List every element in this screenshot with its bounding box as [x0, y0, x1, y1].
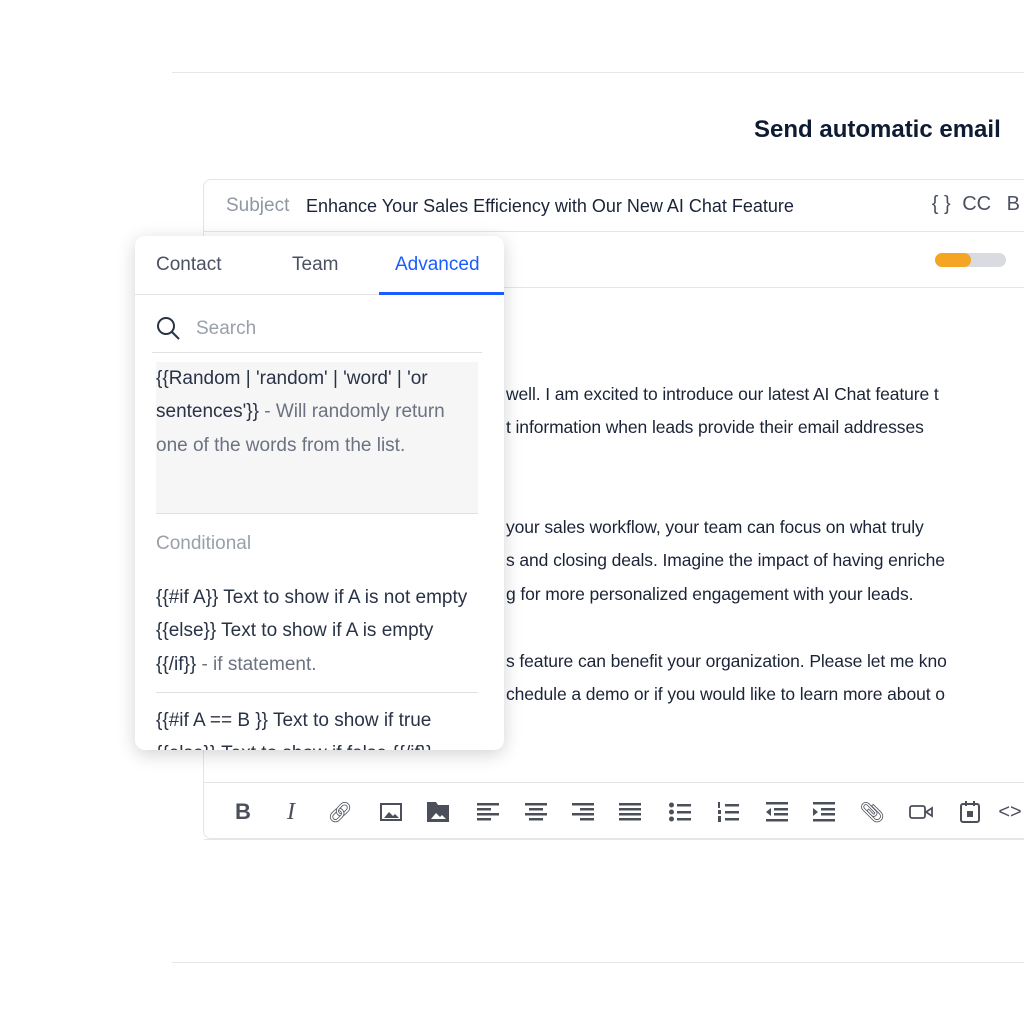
- variable-item[interactable]: {{#if A == B }} Text to show if true {{e…: [156, 704, 478, 750]
- toggle-fill: [935, 253, 971, 267]
- page-title: Send automatic email: [754, 116, 1001, 143]
- variables-button[interactable]: { }: [932, 193, 951, 215]
- tab-advanced[interactable]: Advanced: [395, 254, 480, 276]
- body-line[interactable]: t information when leads provide their e…: [506, 416, 1022, 438]
- image-icon[interactable]: [379, 800, 403, 824]
- search-divider: [152, 352, 482, 353]
- top-divider: [172, 72, 1024, 73]
- formatting-toolbar: B I 🔗︎ 📎︎ <>: [204, 782, 1024, 840]
- variable-description: - if statement.: [196, 653, 317, 675]
- body-line[interactable]: s feature can benefit your organization.…: [506, 650, 1022, 672]
- body-line[interactable]: chedule a demo or if you would like to l…: [506, 683, 1022, 705]
- cc-button[interactable]: CC: [962, 193, 991, 215]
- variable-item[interactable]: {{Random | 'random' | 'word' | 'or sente…: [156, 362, 478, 513]
- subject-input[interactable]: Enhance Your Sales Efficiency with Our N…: [306, 196, 794, 217]
- outdent-icon[interactable]: [765, 800, 789, 824]
- body-line[interactable]: s and closing deals. Imagine the impact …: [506, 549, 1022, 571]
- align-left-icon[interactable]: [476, 800, 500, 824]
- variable-item[interactable]: {{#if A}} Text to show if A is not empty…: [156, 581, 478, 681]
- search-icon: [157, 317, 180, 340]
- variable-code: {{#if A == B }} Text to show if true {{e…: [156, 710, 432, 750]
- divider: [156, 692, 478, 693]
- tab-team[interactable]: Team: [292, 254, 338, 276]
- indent-icon[interactable]: [812, 800, 836, 824]
- attachment-icon[interactable]: 📎︎: [859, 800, 884, 824]
- align-center-icon[interactable]: [524, 800, 548, 824]
- toggle-switch[interactable]: [935, 253, 1006, 267]
- italic-icon[interactable]: I: [279, 799, 303, 825]
- link-icon[interactable]: 🔗︎: [327, 800, 352, 824]
- active-tab-indicator: [379, 292, 504, 295]
- bullet-list-icon[interactable]: [668, 800, 692, 824]
- subject-row: Subject Enhance Your Sales Efficiency wi…: [204, 180, 1024, 232]
- bottom-divider: [172, 962, 1024, 963]
- section-heading: Conditional: [156, 533, 252, 554]
- body-line[interactable]: your sales workflow, your team can focus…: [506, 516, 1022, 538]
- tab-contact[interactable]: Contact: [156, 254, 221, 276]
- bold-icon[interactable]: B: [231, 799, 255, 824]
- video-icon[interactable]: [909, 800, 933, 824]
- calendar-icon[interactable]: [958, 800, 982, 824]
- search-input[interactable]: Search: [196, 318, 256, 340]
- image-filled-icon[interactable]: [426, 800, 450, 824]
- divider: [156, 513, 478, 514]
- subject-label: Subject: [226, 195, 290, 216]
- align-justify-icon[interactable]: [618, 800, 642, 824]
- body-line[interactable]: g for more personalized engagement with …: [506, 583, 1022, 605]
- numbered-list-icon[interactable]: [716, 800, 740, 824]
- variables-popup: Contact Team Advanced Search {{Random | …: [135, 236, 504, 750]
- code-icon[interactable]: <>: [998, 800, 1022, 824]
- bcc-button[interactable]: B: [1007, 193, 1020, 215]
- subject-actions: { } CC B: [932, 193, 1020, 216]
- align-right-icon[interactable]: [571, 800, 595, 824]
- body-line[interactable]: well. I am excited to introduce our late…: [506, 383, 1022, 405]
